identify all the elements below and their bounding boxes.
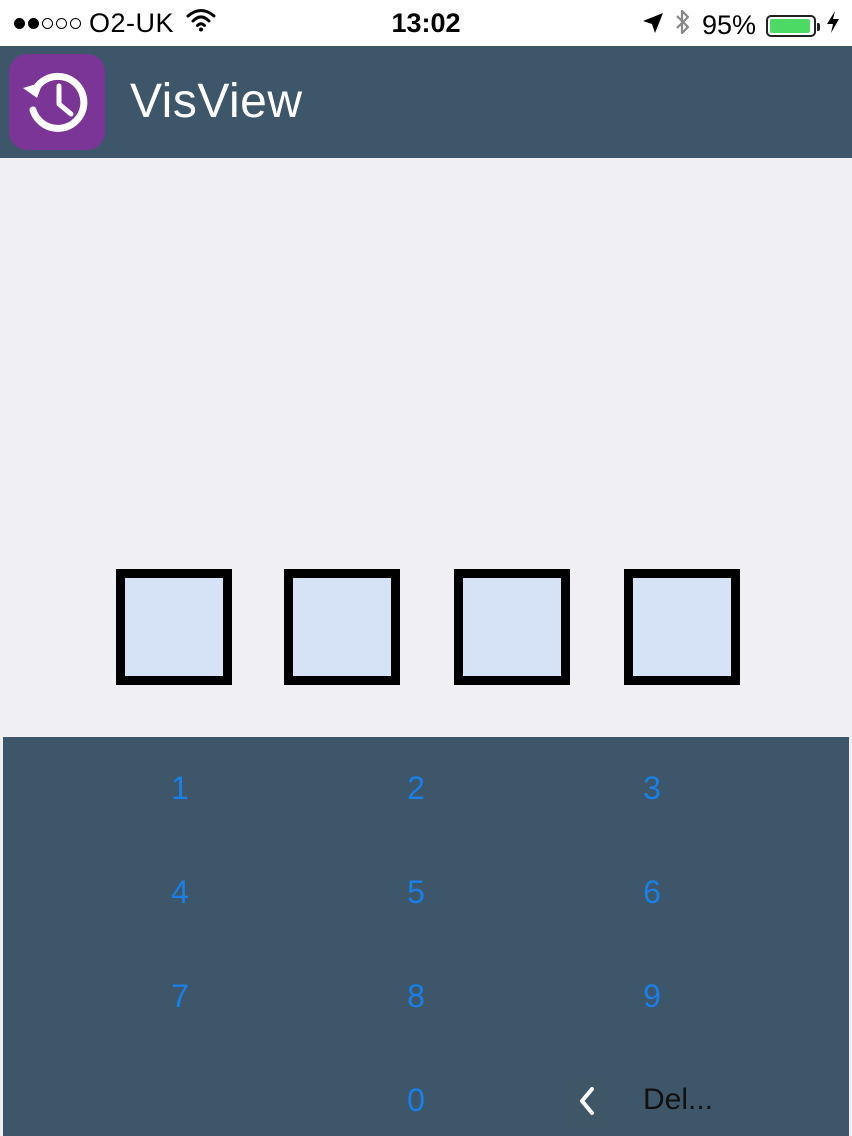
key-7[interactable]: 7	[120, 961, 240, 1031]
status-bar: O2-UK 13:02 95%	[0, 0, 852, 46]
key-9[interactable]: 9	[592, 961, 712, 1031]
pin-entry	[0, 569, 852, 685]
pin-digit-box[interactable]	[624, 569, 740, 685]
battery-percent: 95%	[701, 10, 756, 40]
key-6[interactable]: 6	[592, 857, 712, 927]
pin-digit-box[interactable]	[454, 569, 570, 685]
battery-icon	[766, 14, 820, 37]
key-5[interactable]: 5	[356, 857, 476, 927]
key-8[interactable]: 8	[356, 961, 476, 1031]
battery-fill	[770, 18, 810, 33]
chevron-left-icon	[578, 1086, 596, 1121]
key-4[interactable]: 4	[120, 857, 240, 927]
location-arrow-icon	[642, 10, 664, 41]
status-right: 95%	[642, 8, 840, 43]
key-3[interactable]: 3	[592, 753, 712, 823]
key-2[interactable]: 2	[356, 753, 476, 823]
history-clock-icon	[9, 54, 105, 150]
app-header: VisView	[0, 46, 852, 158]
numeric-keypad: 1 2 3 4 5 6 7 8 9 0 Del...	[3, 737, 849, 1136]
bolt-icon	[826, 10, 840, 41]
key-0[interactable]: 0	[356, 1065, 476, 1135]
app-title: VisView	[130, 75, 303, 128]
key-1[interactable]: 1	[120, 753, 240, 823]
pin-digit-box[interactable]	[284, 569, 400, 685]
backspace-button[interactable]	[568, 1077, 606, 1129]
pin-digit-box[interactable]	[116, 569, 232, 685]
bluetooth-icon	[674, 8, 692, 43]
delete-button[interactable]: Del...	[643, 1083, 713, 1117]
